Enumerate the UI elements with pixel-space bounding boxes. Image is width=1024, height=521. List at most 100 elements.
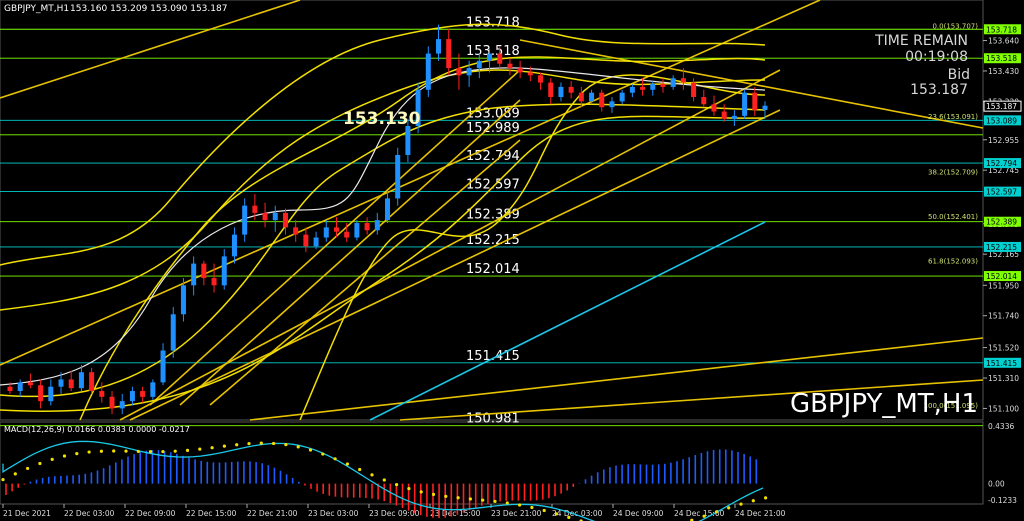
- price-box-label: 153.718: [986, 25, 1017, 34]
- macd-signal-dot: [456, 496, 460, 500]
- candle-body: [282, 212, 288, 228]
- candle-body: [466, 68, 472, 76]
- macd-signal-dot: [702, 514, 706, 518]
- macd-tick-label: -0.1233: [988, 496, 1017, 505]
- macd-signal-dot: [222, 444, 226, 448]
- macd-signal-dot: [407, 487, 411, 491]
- candle-body: [99, 391, 105, 397]
- level-label: 152.794: [466, 149, 520, 164]
- candle-body: [109, 396, 115, 409]
- band-curve: [0, 115, 766, 412]
- price-tick-label: 153.430: [988, 67, 1019, 76]
- macd-signal-dot: [13, 472, 17, 476]
- macd-signal-dot: [124, 449, 128, 453]
- candle-body: [323, 227, 329, 238]
- macd-signal-dot: [518, 503, 522, 507]
- macd-signal-dot: [554, 512, 559, 516]
- macd-signal-dot: [321, 452, 325, 456]
- macd-signal-dot: [62, 454, 67, 458]
- macd-signal-dot: [431, 492, 436, 496]
- level-label: 151.415: [466, 349, 520, 364]
- macd-signal-dot: [493, 499, 497, 503]
- time-tick-label: 24 Dec 03:00: [552, 509, 603, 518]
- cyan-trend-line: [369, 221, 766, 421]
- candle-body: [333, 227, 339, 232]
- macd-signal-dot: [38, 461, 42, 466]
- time-tick-label: 22 Dec 03:00: [64, 509, 115, 518]
- candle-body: [548, 82, 554, 98]
- candle-body: [231, 234, 237, 257]
- candle-body: [558, 86, 564, 98]
- trend-line: [0, 0, 821, 366]
- macd-signal-dot: [358, 467, 362, 472]
- candle-body: [670, 78, 676, 87]
- macd-signal-dot: [112, 449, 116, 453]
- candle-body: [650, 84, 656, 90]
- candle-body: [303, 234, 309, 247]
- macd-signal-dot: [99, 449, 103, 453]
- candle-body: [425, 53, 431, 90]
- candle-body: [89, 372, 95, 392]
- ohlc-readout: 153.160 153.209 153.090 153.187: [70, 4, 227, 14]
- time-tick-label: 21 Dec 2021: [3, 509, 51, 518]
- macd-tick-label: 0.00: [988, 480, 1005, 489]
- time-tick-label: 22 Dec 15:00: [186, 509, 237, 518]
- price-box-label: 152.597: [986, 188, 1017, 197]
- macd-tick-label: 0.4336: [988, 422, 1014, 431]
- candle-body: [721, 111, 727, 119]
- level-label: 153.518: [466, 44, 520, 59]
- macd-signal-dot: [333, 457, 337, 461]
- candle-body: [446, 39, 452, 69]
- price-box-label: 152.389: [986, 218, 1017, 227]
- macd-signal-dot: [210, 446, 214, 450]
- macd-signal-dot: [235, 443, 239, 447]
- candle-body: [436, 39, 442, 54]
- level-label: 152.389: [466, 208, 520, 223]
- price-tick-label: 151.100: [988, 404, 1019, 413]
- price-box-label: 153.518: [986, 54, 1017, 63]
- time-tick-label: 23 Dec 21:00: [491, 509, 542, 518]
- macd-label: MACD(12,26,9) 0.0166 0.0383 0.0000 -0.02…: [4, 425, 190, 434]
- candle-body: [691, 82, 697, 98]
- candle-body: [731, 115, 737, 119]
- macd-signal-dot: [444, 494, 448, 498]
- candle-body: [293, 227, 299, 235]
- candle-body: [589, 92, 595, 102]
- candle-body: [609, 101, 615, 108]
- band-curve: [0, 103, 766, 398]
- macd-signal-dot: [87, 450, 91, 454]
- macd-signal-dot: [296, 445, 300, 449]
- candle-body: [221, 256, 227, 286]
- macd-signal-dot: [284, 443, 288, 447]
- price-tick-label: 153.640: [988, 37, 1019, 46]
- candle-body: [364, 223, 370, 231]
- candle-body: [7, 386, 13, 392]
- trend-line: [0, 0, 301, 99]
- candle-body: [211, 278, 217, 286]
- candle-body: [405, 126, 411, 155]
- time-remain-value: 00:19:08: [905, 49, 968, 65]
- price-box-label: 152.215: [986, 243, 1017, 252]
- candle-body: [180, 285, 186, 315]
- level-label: 153.718: [466, 15, 520, 30]
- candle-body: [374, 220, 380, 231]
- candle-body: [27, 382, 33, 386]
- bid-label: Bid: [948, 67, 970, 83]
- time-tick-label: 22 Dec 09:00: [125, 509, 176, 518]
- level-label: 152.014: [466, 262, 520, 277]
- fib-label: 50.0(152.401): [928, 213, 978, 221]
- candle-body: [344, 231, 350, 238]
- candle-body: [742, 92, 748, 116]
- macd-signal-dot: [505, 501, 509, 505]
- candle-body: [395, 154, 401, 199]
- candle-body: [497, 53, 503, 64]
- price-tick-label: 151.310: [988, 374, 1019, 383]
- candle-body: [538, 75, 544, 83]
- chart-canvas: 153.718 153.518 153.089 152.989 152.794 152.5…: [0, 0, 1022, 521]
- macd-signal-dot: [395, 483, 399, 487]
- macd-signal-dot: [75, 451, 79, 456]
- candle-body: [752, 92, 758, 111]
- candle-body: [242, 205, 248, 235]
- candle-body: [48, 386, 54, 402]
- time-tick-label: 24 Dec 09:00: [613, 509, 664, 518]
